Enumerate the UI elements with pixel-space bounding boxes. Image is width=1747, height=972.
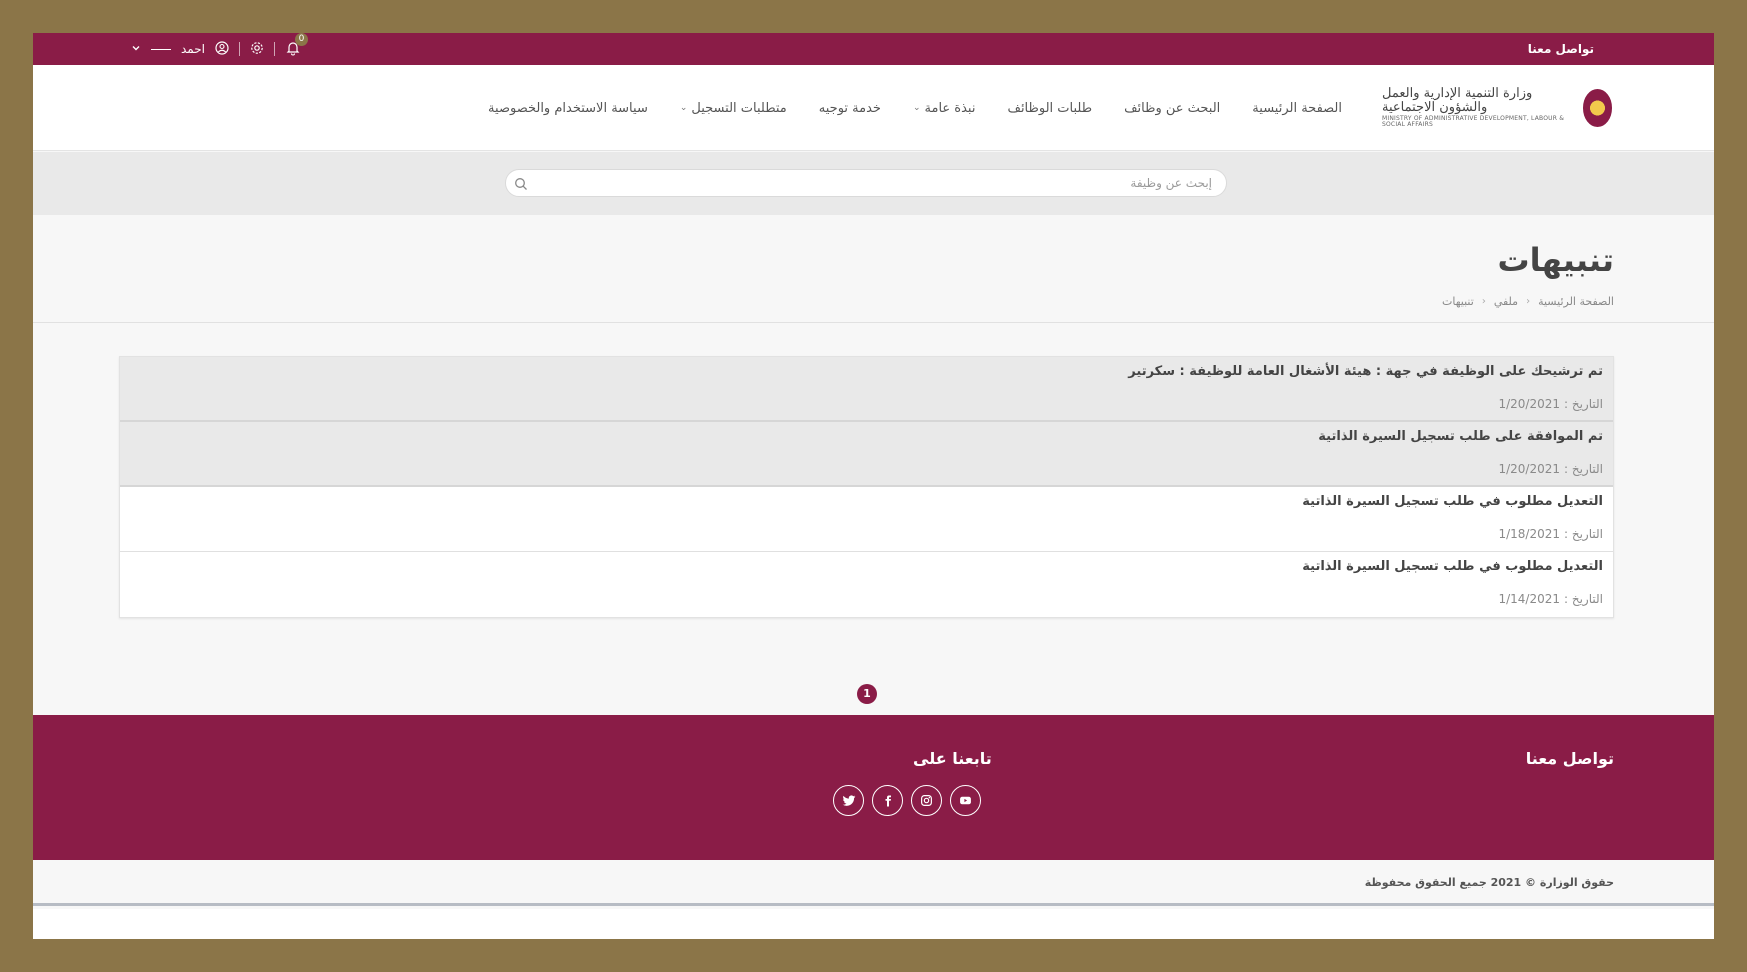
- nav-about[interactable]: نبذة عامة ⌄: [913, 101, 976, 116]
- notification-title: التعديل مطلوب في طلب تسجيل السيرة الذاتي…: [1302, 559, 1603, 574]
- notification-date-value: 1/18/2021: [1498, 527, 1560, 541]
- chevron-down-icon: ⌄: [679, 103, 688, 113]
- copyright-text: حقوق الوزارة © 2021 جميع الحقوق محفوظة: [1364, 876, 1614, 889]
- footer-follow-heading: تابعنا على: [913, 749, 992, 768]
- social-links: [833, 785, 981, 816]
- site-footer: تواصل معنا تابعنا على: [33, 715, 1714, 860]
- browser-viewport: احمد 0 تواصل معنا وزارة التنمية الإدارية…: [33, 33, 1714, 939]
- notification-date-value: 1/20/2021: [1498, 397, 1560, 411]
- notification-date-value: 1/14/2021: [1498, 592, 1560, 606]
- logo-text-en: MINISTRY OF ADMINISTRATIVE DEVELOPMENT, …: [1382, 114, 1565, 129]
- user-menu-chevron-icon[interactable]: [131, 42, 141, 56]
- instagram-icon[interactable]: [911, 785, 942, 816]
- user-name[interactable]: احمد: [181, 42, 205, 56]
- site-header: وزارة التنمية الإدارية والعمل والشؤون ال…: [33, 65, 1714, 151]
- nav-privacy-label: سياسة الاستخدام والخصوصية: [488, 100, 648, 116]
- search-band: [33, 152, 1714, 215]
- top-bar: احمد 0 تواصل معنا: [33, 33, 1714, 65]
- notification-item[interactable]: تم الموافقة على طلب تسجيل السيرة الذاتية…: [120, 422, 1613, 487]
- notification-date-label: التاريخ :: [1563, 592, 1603, 606]
- nav-guidance-label: خدمة توجيه: [818, 100, 881, 116]
- notification-date: التاريخ : 1/20/2021: [1498, 397, 1603, 411]
- nav-privacy-policy[interactable]: سياسة الاستخدام والخصوصية: [488, 101, 648, 116]
- chevron-left-icon: ‹: [1526, 296, 1531, 307]
- notification-date-label: التاريخ :: [1563, 397, 1603, 411]
- bottom-strip: [33, 909, 1714, 939]
- notification-count-badge: 0: [295, 33, 308, 46]
- notification-date-label: التاريخ :: [1563, 462, 1603, 476]
- page-title: تنبيهات: [1497, 241, 1615, 279]
- notification-date: التاريخ : 1/20/2021: [1498, 462, 1603, 476]
- nav-job-applications-label: طلبات الوظائف: [1007, 100, 1093, 116]
- notification-date: التاريخ : 1/18/2021: [1498, 527, 1603, 541]
- facebook-icon[interactable]: [872, 785, 903, 816]
- notification-date-label: التاريخ :: [1563, 527, 1603, 541]
- nav-job-search[interactable]: البحث عن وظائف: [1124, 101, 1220, 116]
- nav-job-applications[interactable]: طلبات الوظائف: [1007, 101, 1092, 116]
- copyright-bar: حقوق الوزارة © 2021 جميع الحقوق محفوظة: [33, 860, 1714, 906]
- job-search-input[interactable]: [550, 170, 1220, 196]
- user-name-dash: [151, 48, 171, 50]
- chevron-left-icon: ‹: [1481, 296, 1486, 307]
- main-nav: الصفحة الرئيسية البحث عن وظائف طلبات الو…: [488, 65, 1342, 151]
- pagination-page-1[interactable]: 1: [857, 684, 877, 704]
- breadcrumb: الصفحة الرئيسية ‹ ملفي ‹ تنبيهات: [1442, 295, 1614, 308]
- notification-title: التعديل مطلوب في طلب تسجيل السيرة الذاتي…: [1302, 494, 1603, 509]
- youtube-icon[interactable]: [950, 785, 981, 816]
- logo-text: وزارة التنمية الإدارية والعمل والشؤون ال…: [1382, 87, 1577, 129]
- footer-contact-heading: تواصل معنا: [1525, 749, 1614, 768]
- notifications-button[interactable]: 0: [285, 33, 308, 58]
- chevron-down-icon: ⌄: [912, 103, 921, 113]
- nav-job-search-label: البحث عن وظائف: [1124, 100, 1221, 116]
- nav-home-label: الصفحة الرئيسية: [1252, 100, 1342, 116]
- nav-home[interactable]: الصفحة الرئيسية: [1252, 101, 1342, 116]
- notifications-list: تم ترشيحك على الوظيفة في جهة : هيئة الأش…: [119, 356, 1614, 618]
- logo-text-ar: وزارة التنمية الإدارية والعمل والشؤون ال…: [1382, 86, 1533, 116]
- nav-guidance-service[interactable]: خدمة توجيه: [819, 101, 881, 116]
- nav-about-label: نبذة عامة: [924, 100, 976, 116]
- settings-gear-icon[interactable]: [250, 41, 264, 58]
- notification-item[interactable]: التعديل مطلوب في طلب تسجيل السيرة الذاتي…: [120, 552, 1613, 617]
- nav-registration-requirements[interactable]: متطلبات التسجيل ⌄: [680, 101, 787, 116]
- user-area: احمد 0: [131, 33, 308, 65]
- user-icon[interactable]: [215, 40, 229, 58]
- notification-date-value: 1/20/2021: [1498, 462, 1560, 476]
- search-box: [505, 169, 1227, 197]
- notification-item[interactable]: تم ترشيحك على الوظيفة في جهة : هيئة الأش…: [120, 357, 1613, 422]
- breadcrumb-home[interactable]: الصفحة الرئيسية: [1538, 295, 1614, 308]
- nav-registration-label: متطلبات التسجيل: [691, 100, 787, 116]
- separator: [274, 42, 275, 56]
- search-icon[interactable]: [514, 176, 528, 195]
- contact-us-link[interactable]: تواصل معنا: [1528, 33, 1594, 65]
- notification-title: تم ترشيحك على الوظيفة في جهة : هيئة الأش…: [1128, 364, 1603, 379]
- notification-date: التاريخ : 1/14/2021: [1498, 592, 1603, 606]
- separator: [239, 42, 240, 56]
- twitter-icon[interactable]: [833, 785, 864, 816]
- breadcrumb-profile[interactable]: ملفي: [1494, 295, 1518, 308]
- ministry-logo[interactable]: وزارة التنمية الإدارية والعمل والشؤون ال…: [1382, 87, 1612, 129]
- divider: [33, 322, 1714, 323]
- notification-item[interactable]: التعديل مطلوب في طلب تسجيل السيرة الذاتي…: [120, 487, 1613, 552]
- breadcrumb-current: تنبيهات: [1442, 295, 1474, 308]
- notification-title: تم الموافقة على طلب تسجيل السيرة الذاتية: [1318, 429, 1603, 444]
- qatar-emblem-icon: [1582, 89, 1612, 127]
